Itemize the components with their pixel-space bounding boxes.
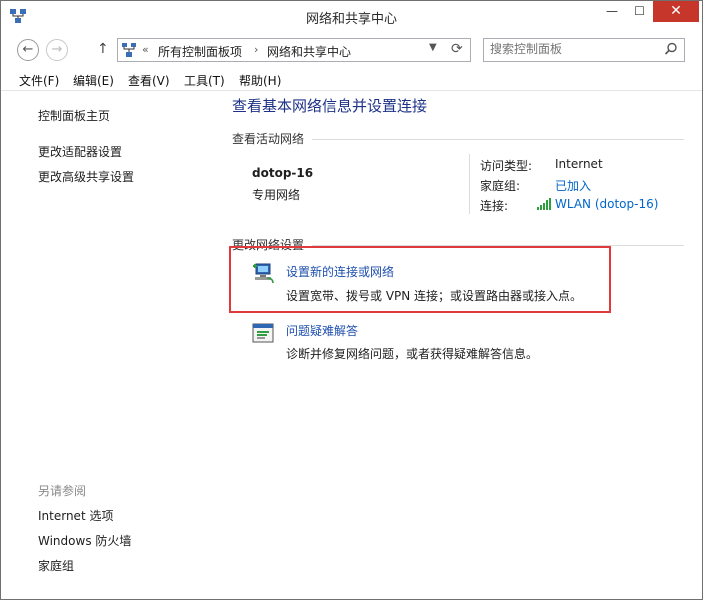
change-advanced-sharing-link[interactable]: 更改高级共享设置 <box>38 168 134 185</box>
search-input[interactable] <box>490 42 660 56</box>
network-name: dotop-16 <box>252 166 314 180</box>
address-bar[interactable]: « 所有控制面板项 › 网络和共享中心 ▼ ⟳ <box>117 38 471 62</box>
troubleshoot-description: 诊断并修复网络问题，或者获得疑难解答信息。 <box>286 347 539 361</box>
search-icon[interactable] <box>664 42 678 56</box>
access-type-label: 访问类型: <box>480 159 533 173</box>
menu-view[interactable]: 查看(V) <box>128 72 170 89</box>
network-type: 专用网络 <box>252 188 301 202</box>
homegroup-link[interactable]: 家庭组 <box>38 557 74 574</box>
forward-button[interactable]: → <box>46 39 68 61</box>
connection-label: 连接: <box>480 199 509 213</box>
up-button[interactable]: ↑ <box>97 41 109 57</box>
see-also-heading: 另请参阅 <box>38 484 87 498</box>
refresh-icon[interactable]: ⟳ <box>451 41 463 57</box>
new-connection-icon[interactable] <box>251 262 275 284</box>
title-bar: 网络和共享中心 — ☐ ✕ <box>1 1 702 32</box>
navigation-bar: ← → ↑ « 所有控制面板项 › 网络和共享中心 ▼ ⟳ <box>1 34 702 64</box>
control-panel-home-link[interactable]: 控制面板主页 <box>38 107 110 124</box>
setup-new-connection-description: 设置宽带、拨号或 VPN 连接；或设置路由器或接入点。 <box>286 289 583 303</box>
back-button[interactable]: ← <box>17 39 39 61</box>
breadcrumb-separator[interactable]: › <box>254 43 258 56</box>
windows-firewall-link[interactable]: Windows 防火墙 <box>38 532 131 549</box>
change-adapter-settings-link[interactable]: 更改适配器设置 <box>38 143 122 160</box>
setup-new-connection-link[interactable]: 设置新的连接或网络 <box>286 263 394 280</box>
menu-edit[interactable]: 编辑(E) <box>73 72 114 89</box>
window-title: 网络和共享中心 <box>305 12 397 27</box>
page-title: 查看基本网络信息并设置连接 <box>232 97 428 115</box>
control-panel-icon <box>122 43 136 57</box>
breadcrumb-prefix[interactable]: « <box>142 43 149 56</box>
search-box[interactable] <box>483 38 685 62</box>
menu-file[interactable]: 文件(F) <box>19 72 59 89</box>
homegroup-joined-link[interactable]: 已加入 <box>555 177 591 194</box>
menu-bar: 文件(F) 编辑(E) 查看(V) 工具(T) 帮助(H) <box>1 69 702 91</box>
menu-tools[interactable]: 工具(T) <box>184 72 225 89</box>
homegroup-label: 家庭组: <box>480 179 521 193</box>
internet-options-link[interactable]: Internet 选项 <box>38 507 113 524</box>
active-networks-label: 查看活动网络 <box>232 132 305 146</box>
troubleshoot-link[interactable]: 问题疑难解答 <box>286 322 358 339</box>
minimize-button[interactable]: — <box>598 1 626 22</box>
chevron-down-icon[interactable]: ▼ <box>429 42 437 53</box>
left-pane: 控制面板主页 更改适配器设置 更改高级共享设置 另请参阅 Internet 选项… <box>1 92 216 599</box>
network-info-divider <box>469 154 470 214</box>
window: 网络和共享中心 — ☐ ✕ ← → ↑ « 所有控制面板项 › 网络和共享中心 … <box>0 0 703 600</box>
troubleshoot-icon[interactable] <box>251 322 275 344</box>
wifi-signal-icon <box>537 198 551 210</box>
wlan-connection-link[interactable]: WLAN (dotop-16) <box>555 197 658 211</box>
close-button[interactable]: ✕ <box>653 1 699 22</box>
access-type-value: Internet <box>555 157 603 171</box>
maximize-button[interactable]: ☐ <box>626 1 653 22</box>
breadcrumb-all-items[interactable]: 所有控制面板项 <box>158 43 242 60</box>
breadcrumb-network-center[interactable]: 网络和共享中心 <box>267 43 351 60</box>
active-networks-divider <box>312 139 684 140</box>
menu-help[interactable]: 帮助(H) <box>239 72 281 89</box>
